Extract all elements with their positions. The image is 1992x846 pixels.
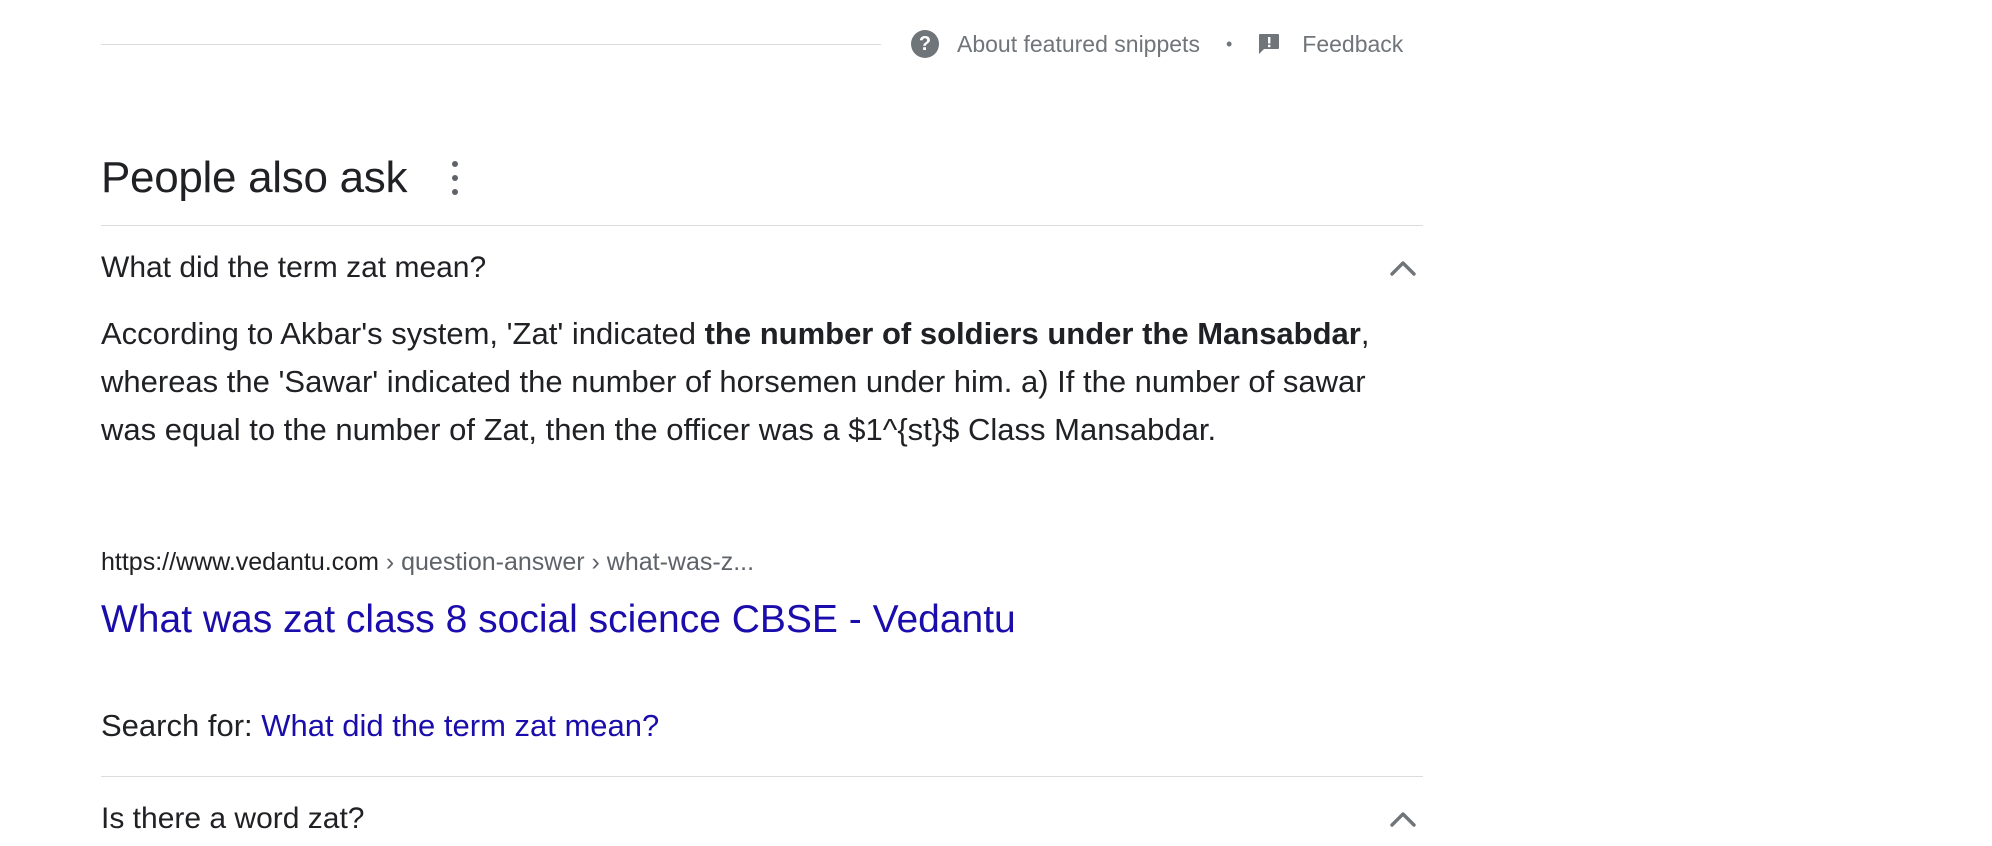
answer-text: According to Akbar's system, 'Zat' indic… (101, 316, 1370, 447)
result-title-link[interactable]: What was zat class 8 social science CBSE… (101, 598, 1016, 642)
about-featured-snippets-label: About featured snippets (957, 30, 1200, 57)
question-row[interactable]: Is there a word zat? (101, 789, 1423, 846)
more-options-icon[interactable] (445, 161, 465, 195)
feedback-label: Feedback (1302, 30, 1404, 57)
chevron-up-icon (1387, 252, 1419, 284)
chevron-up-icon (1387, 803, 1419, 835)
search-results-page: ? About featured snippets • Feedback Peo… (0, 0, 1992, 846)
feedback-icon (1256, 31, 1282, 57)
footer-separator: • (1225, 33, 1233, 54)
people-also-ask-title: People also ask (101, 153, 408, 202)
search-for-label: Search for: (101, 708, 262, 743)
source-breadcrumb: › question-answer › what-was-z... (378, 548, 755, 576)
question-row[interactable]: What did the term zat mean? (101, 238, 1423, 298)
people-also-ask-header: People also ask (101, 148, 465, 208)
snippet-divider (101, 43, 881, 45)
search-for-link[interactable]: What did the term zat mean? (261, 708, 659, 743)
question-divider (101, 776, 1423, 777)
result-source-url: https://www.vedantu.com › question-answe… (101, 548, 754, 577)
about-featured-snippets-link[interactable]: ? About featured snippets (911, 30, 1200, 58)
question-text: What did the term zat mean? (101, 251, 487, 284)
search-for-row: Search for: What did the term zat mean? (101, 708, 659, 744)
answer-highlight: the number of soldiers under the Mansabd… (704, 316, 1361, 351)
feedback-link[interactable]: Feedback (1256, 31, 1403, 58)
question-divider (101, 225, 1423, 226)
question-text: Is there a word zat? (101, 802, 365, 835)
source-domain: https://www.vedantu.com (101, 548, 379, 576)
help-icon: ? (911, 30, 939, 58)
featured-snippet-footer: ? About featured snippets • Feedback (101, 22, 1423, 66)
